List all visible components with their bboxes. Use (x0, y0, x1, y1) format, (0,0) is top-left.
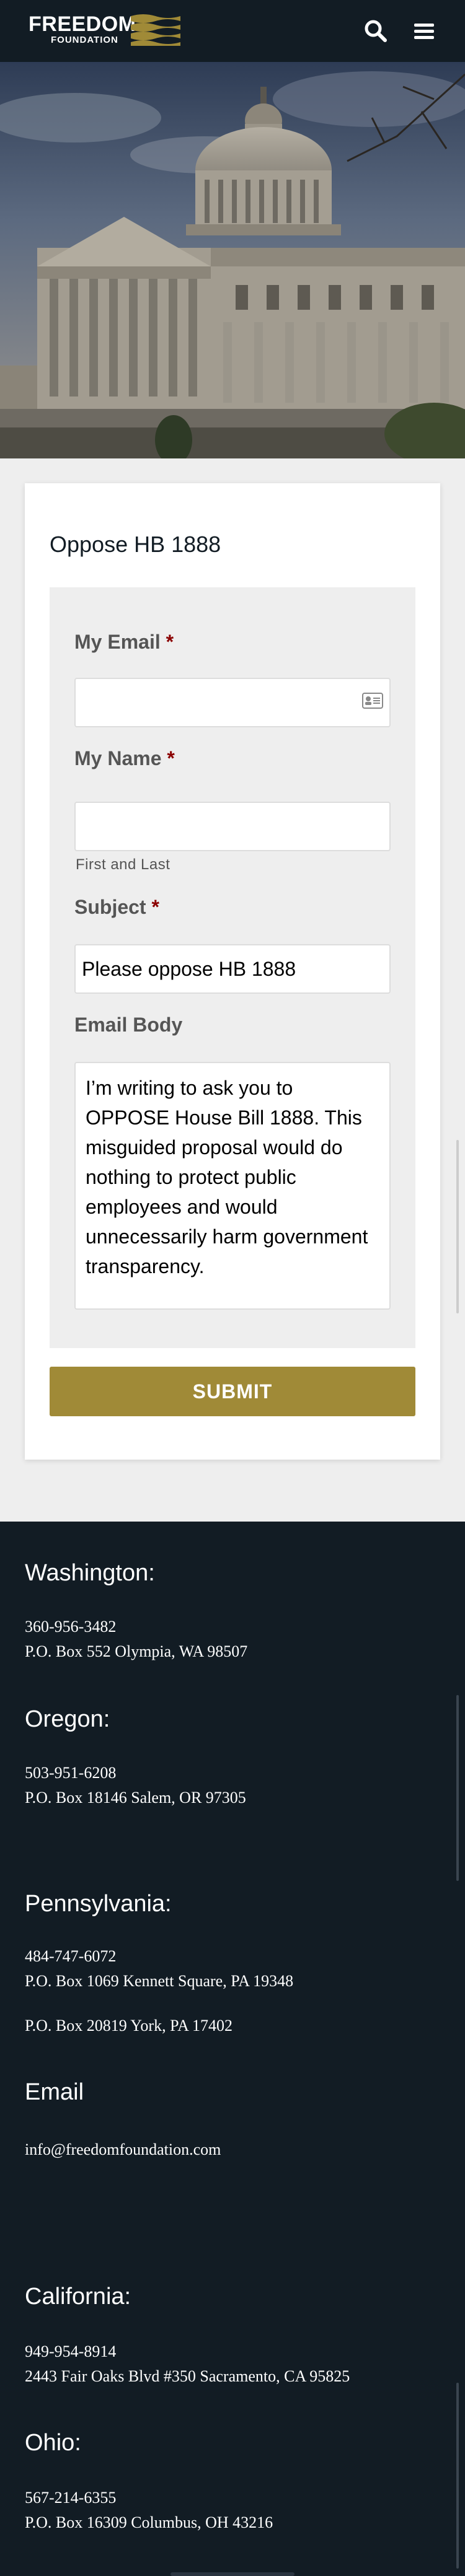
name-label: My Name * (74, 747, 175, 770)
email-form: My Email * My Name * First and Last Subj… (50, 587, 415, 1348)
petition-title: Oppose HB 1888 (50, 532, 221, 557)
email-body-textarea[interactable]: I’m writing to ask you to OPPOSE House B… (74, 1062, 391, 1310)
pennsylvania-heading: Pennsylvania: (25, 1891, 172, 1917)
search-icon[interactable] (363, 19, 388, 43)
pennsylvania-phone[interactable]: 484-747-6072 (25, 1944, 116, 1969)
email-body-label: Email Body (74, 1014, 182, 1036)
california-heading: California: (25, 2284, 131, 2310)
petition-card: Oppose HB 1888 My Email * My Name * Firs… (25, 483, 440, 1460)
scrollbar[interactable] (456, 2383, 459, 2569)
email-label-text: My Email (74, 631, 161, 653)
pennsylvania-address-2: P.O. Box 20819 York, PA 17402 (25, 2017, 232, 2035)
washington-heading: Washington: (25, 1560, 155, 1586)
logo-word-freedom: FREEDOM (29, 12, 136, 36)
required-mark: * (151, 896, 159, 918)
email-body-label-text: Email Body (74, 1014, 183, 1036)
home-indicator (170, 2572, 294, 2576)
california-phone[interactable]: 949-954-8914 (25, 2339, 116, 2364)
required-mark: * (166, 631, 174, 653)
capitol-building-illustration (0, 62, 465, 458)
flag-stripes-icon (131, 14, 180, 46)
washington-phone[interactable]: 360-956-3482 (25, 1614, 116, 1639)
name-label-text: My Name (74, 747, 162, 769)
email-field[interactable] (74, 678, 391, 727)
required-mark: * (167, 747, 175, 769)
name-field[interactable] (74, 802, 391, 851)
logo-word-foundation: FOUNDATION (51, 35, 118, 45)
email-label: My Email * (74, 631, 174, 654)
washington-address: P.O. Box 552 Olympia, WA 98507 (25, 1642, 248, 1660)
contact-card-icon[interactable] (362, 693, 383, 709)
subject-label: Subject * (74, 896, 159, 919)
hamburger-menu-icon[interactable] (412, 19, 436, 43)
ohio-address: P.O. Box 16309 Columbus, OH 43216 (25, 2513, 273, 2531)
ohio-phone[interactable]: 567-214-6355 (25, 2486, 116, 2510)
ohio-heading: Ohio: (25, 2430, 81, 2456)
oregon-address: P.O. Box 18146 Salem, OR 97305 (25, 1789, 246, 1807)
site-header: FREEDOM FOUNDATION (0, 0, 465, 62)
subject-field[interactable]: Please oppose HB 1888 (74, 944, 391, 994)
oregon-heading: Oregon: (25, 1706, 110, 1732)
scrollbar[interactable] (456, 1695, 459, 1881)
pennsylvania-address: P.O. Box 1069 Kennett Square, PA 19348 (25, 1972, 294, 1990)
oregon-phone[interactable]: 503-951-6208 (25, 1761, 116, 1785)
name-helper-text: First and Last (76, 856, 170, 873)
scrollbar[interactable] (456, 1140, 459, 1313)
site-footer: Washington: 360-956-3482 P.O. Box 552 Ol… (0, 1522, 465, 2576)
freedom-foundation-logo[interactable]: FREEDOM FOUNDATION (29, 12, 184, 50)
email-heading: Email (25, 2079, 84, 2105)
email-body-value: I’m writing to ask you to OPPOSE House B… (86, 1077, 368, 1277)
subject-label-text: Subject (74, 896, 146, 918)
contact-email-link[interactable]: info@freedomfoundation.com (25, 2137, 221, 2162)
subject-value: Please oppose HB 1888 (82, 957, 296, 980)
hero-capitol-image (0, 62, 465, 458)
california-address: 2443 Fair Oaks Blvd #350 Sacramento, CA … (25, 2367, 350, 2385)
submit-button[interactable]: SUBMIT (50, 1367, 415, 1416)
